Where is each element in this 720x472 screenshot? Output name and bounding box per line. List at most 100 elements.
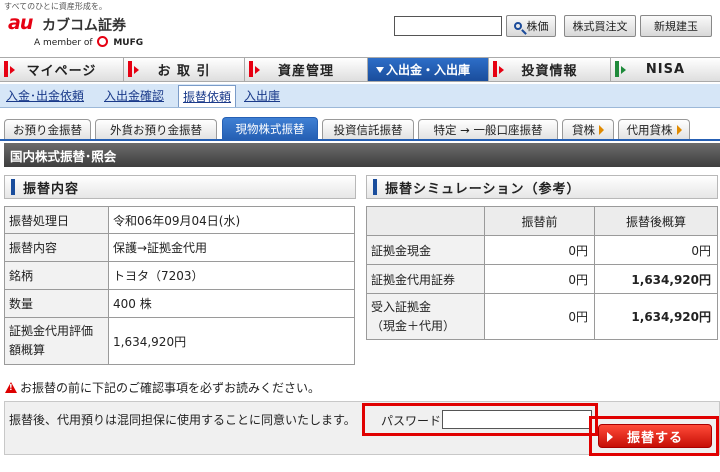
tab-underline (0, 139, 720, 141)
transfer-details-table: 振替処理日 令和06年09月04日(水) 振替内容 保護→証拠金代用 銘柄 トヨ… (4, 206, 355, 365)
row-key: 受入証拠金 （現金＋代用） (366, 293, 485, 340)
password-label: パスワード (381, 414, 442, 428)
buy-order-button[interactable]: 株式買注文 (564, 15, 636, 37)
row-after: 0円 (594, 235, 718, 265)
new-position-button[interactable]: 新規建玉 (640, 15, 712, 37)
row-before: 0円 (484, 235, 595, 265)
nav-deposit[interactable]: 入出金・入出庫 (368, 58, 489, 81)
tab-lending[interactable]: 貸株 (562, 119, 614, 139)
table-row: 受入証拠金 （現金＋代用） 0円 1,634,920円 (366, 293, 718, 340)
submit-highlight: 振替する (589, 416, 719, 456)
row-after: 1,634,920円 (594, 264, 718, 294)
row-key: 振替内容 (4, 233, 109, 262)
section-title: 国内株式振替･照会 (4, 143, 720, 167)
subnav-deposit-withdraw[interactable]: 入金･出金依頼 (6, 87, 84, 104)
row-value: 保護→証拠金代用 (108, 233, 355, 262)
nav-marker-icon (128, 61, 132, 77)
nav-assets-label: 資産管理 (277, 64, 334, 79)
transfer-tabs: お預り金振替 外貨お預り金振替 現物株式振替 投資信託振替 特定 → 一般口座振… (0, 117, 720, 139)
tab-lending-label: 貸株 (572, 122, 595, 137)
row-key: 証拠金代用証券 (366, 264, 485, 294)
logo-name[interactable]: カブコム証券 (42, 15, 126, 35)
row-value: 1,634,920円 (108, 317, 355, 365)
password-highlight: パスワード (362, 403, 598, 436)
tab-stock-transfer[interactable]: 現物株式振替 (222, 117, 318, 139)
transfer-details-title: 振替内容 (23, 181, 80, 197)
row-value: 令和06年09月04日(水) (108, 206, 355, 234)
password-input[interactable] (442, 410, 592, 429)
table-row: 振替内容 保護→証拠金代用 (4, 233, 355, 262)
row-value: トヨタ（7203） (108, 261, 355, 290)
site-header: すべてのひとに資産形成を。 au カブコム証券 A member of MUFG… (0, 0, 720, 52)
nav-mypage[interactable]: マイページ (0, 58, 124, 81)
stock-price-button[interactable]: 株価 (506, 15, 556, 37)
nav-nisa-label: NISA (645, 62, 686, 77)
row-key: 銘柄 (4, 261, 109, 290)
simulation-title: 振替シミュレーション（参考） (385, 181, 581, 197)
subnav-confirm[interactable]: 入出金確認 (104, 87, 164, 104)
row-key: 振替処理日 (4, 206, 109, 234)
nav-arrow-icon (134, 66, 139, 74)
col-before: 振替前 (484, 206, 595, 236)
section-marker-icon (11, 179, 15, 195)
nav-arrow-icon (10, 66, 15, 74)
tab-fx-deposit-transfer[interactable]: 外貨お預り金振替 (95, 119, 217, 139)
subnav-transfer[interactable]: 振替依頼 (178, 85, 237, 107)
mufg-logo-icon (97, 36, 109, 47)
row-after: 1,634,920円 (594, 293, 718, 340)
stock-price-button-label: 株価 (526, 20, 549, 33)
transfer-submit-label: 振替する (626, 430, 683, 446)
nav-assets[interactable]: 資産管理 (245, 58, 368, 81)
nav-dropdown-icon (376, 67, 384, 73)
corner-cell (366, 206, 485, 236)
row-value: 400 株 (108, 289, 355, 318)
tab-account-transfer[interactable]: 特定 → 一般口座振替 (418, 119, 558, 139)
member-prefix: A member of (34, 38, 93, 48)
row-key: 証拠金現金 (366, 235, 485, 265)
tab-fund-transfer[interactable]: 投資信託振替 (322, 119, 414, 139)
nav-nisa[interactable]: NISA (611, 58, 720, 81)
logo-member: A member of MUFG (34, 36, 143, 48)
table-row: 振替処理日 令和06年09月04日(水) (4, 206, 355, 234)
table-row: 数量 400 株 (4, 289, 355, 318)
nav-trade-label: お 取 引 (157, 64, 211, 79)
member-brand: MUFG (113, 38, 144, 48)
row-before: 0円 (484, 264, 595, 294)
nav-trade[interactable]: お 取 引 (124, 58, 245, 81)
nav-mypage-label: マイページ (26, 64, 97, 79)
tab-collateral-lending[interactable]: 代用貸株 (618, 119, 690, 139)
row-key: 数量 (4, 289, 109, 318)
nav-marker-icon (4, 61, 8, 77)
play-arrow-icon (607, 432, 613, 442)
consent-text: 振替後、代用預りは混同担保に使用することに同意いたします。 (9, 413, 356, 427)
table-row: 銘柄 トヨタ（7203） (4, 261, 355, 290)
stock-search-input[interactable] (394, 16, 502, 36)
simulation-table: 振替前 振替後概算 証拠金現金 0円 0円 証拠金代用証券 0円 1,634,9… (366, 206, 718, 340)
arrow-right-icon (599, 124, 604, 135)
subnav-inout-securities[interactable]: 入出庫 (244, 87, 280, 104)
simulation-header: 振替シミュレーション（参考） (366, 175, 718, 199)
transfer-submit-button[interactable]: 振替する (598, 424, 712, 448)
nav-arrow-icon (255, 66, 260, 74)
logo-au[interactable]: au (8, 12, 33, 34)
tab-collateral-lending-label: 代用貸株 (626, 122, 673, 137)
sub-nav: 入金･出金依頼 入出金確認 振替依頼 入出庫 (0, 84, 720, 108)
confirm-bar: 振替後、代用預りは混同担保に使用することに同意いたします。 パスワード 振替する (4, 401, 720, 456)
table-row: 証拠金現金 0円 0円 (366, 235, 718, 265)
table-row: 証拠金代用評価額概算 1,634,920円 (4, 317, 355, 365)
transfer-details-header: 振替内容 (4, 175, 356, 199)
row-key: 証拠金代用評価額概算 (4, 317, 109, 365)
nav-marker-icon (493, 61, 497, 77)
col-after: 振替後概算 (594, 206, 718, 236)
table-header-row: 振替前 振替後概算 (366, 206, 718, 236)
main-nav: マイページ お 取 引 資産管理 入出金・入出庫 投資情報 NISA (0, 57, 720, 82)
arrow-right-icon (676, 124, 682, 135)
nav-arrow-icon (621, 66, 626, 74)
nav-info[interactable]: 投資情報 (489, 58, 611, 81)
warning-icon (5, 382, 17, 393)
nav-arrow-icon (499, 66, 504, 74)
tab-deposit-transfer[interactable]: お預り金振替 (4, 119, 91, 139)
nav-marker-icon (615, 61, 619, 77)
tagline: すべてのひとに資産形成を。 (4, 2, 107, 11)
nav-marker-icon (249, 61, 253, 77)
